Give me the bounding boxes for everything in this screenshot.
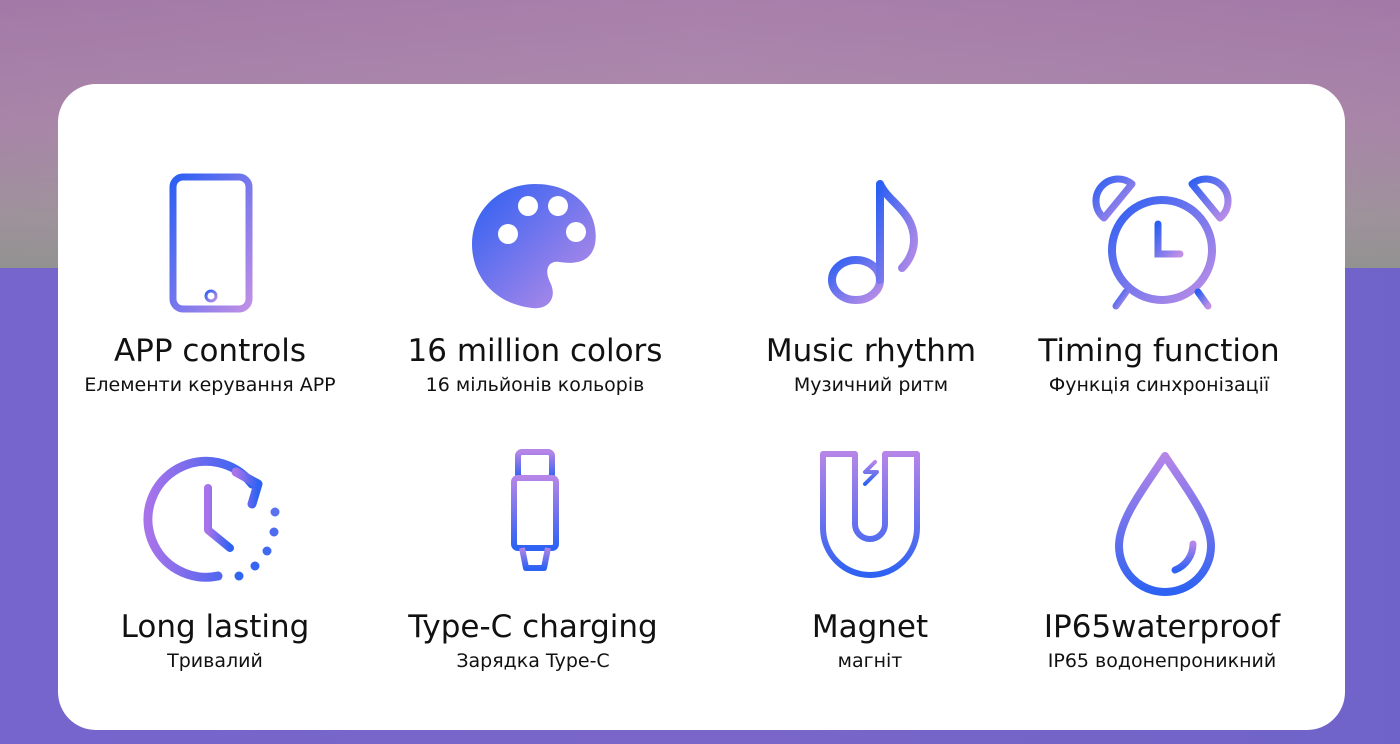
feature-colors: 16 million colors 16 мільйонів кольорів [375, 172, 695, 398]
music-note-icon [828, 180, 918, 304]
feature-title: IP65waterproof [1043, 609, 1281, 645]
clock-refresh-icon [143, 456, 280, 582]
feature-title: Long lasting [120, 609, 310, 645]
type-c-cable-icon [511, 449, 559, 593]
feature-subtitle: 16 мільйонів кольорів [425, 374, 645, 396]
feature-title: Timing function [1038, 333, 1280, 369]
feature-subtitle: IP65 водонепроникний [1047, 650, 1277, 672]
feature-subtitle: Тривалий [167, 650, 263, 672]
feature-subtitle: Зарядка Type-C [456, 650, 610, 672]
feature-waterproof: IP65waterproof IP65 водонепроникний [1002, 448, 1322, 674]
feature-title: Magnet [811, 609, 929, 645]
water-drop-icon [1115, 452, 1215, 596]
feature-title: Music rhythm [765, 333, 977, 369]
feature-subtitle: Функція синхронізації [1048, 374, 1270, 396]
magnet-icon [820, 451, 920, 578]
palette-icon [472, 184, 596, 309]
feature-title: APP controls [113, 333, 307, 369]
features-card: APP controls Елементи керування APP 16 m… [58, 84, 1345, 730]
feature-subtitle: Елементи керування APP [84, 374, 336, 396]
alarm-clock-icon [1092, 175, 1232, 310]
feature-app-controls: APP controls Елементи керування APP [50, 172, 370, 398]
feature-subtitle: Музичний ритм [793, 374, 949, 396]
feature-title: Type-C charging [408, 609, 658, 645]
feature-magnet: Magnet магніт [710, 448, 1030, 674]
feature-subtitle: магніт [837, 650, 903, 672]
feature-type-c: Type-C charging Зарядка Type-C [373, 448, 693, 674]
smartphone-icon [169, 173, 253, 313]
feature-title: 16 million colors [407, 333, 663, 369]
feature-timing: Timing function Функція синхронізації [999, 172, 1319, 398]
feature-music: Music rhythm Музичний ритм [711, 172, 1031, 398]
feature-long-lasting: Long lasting Тривалий [55, 448, 375, 674]
